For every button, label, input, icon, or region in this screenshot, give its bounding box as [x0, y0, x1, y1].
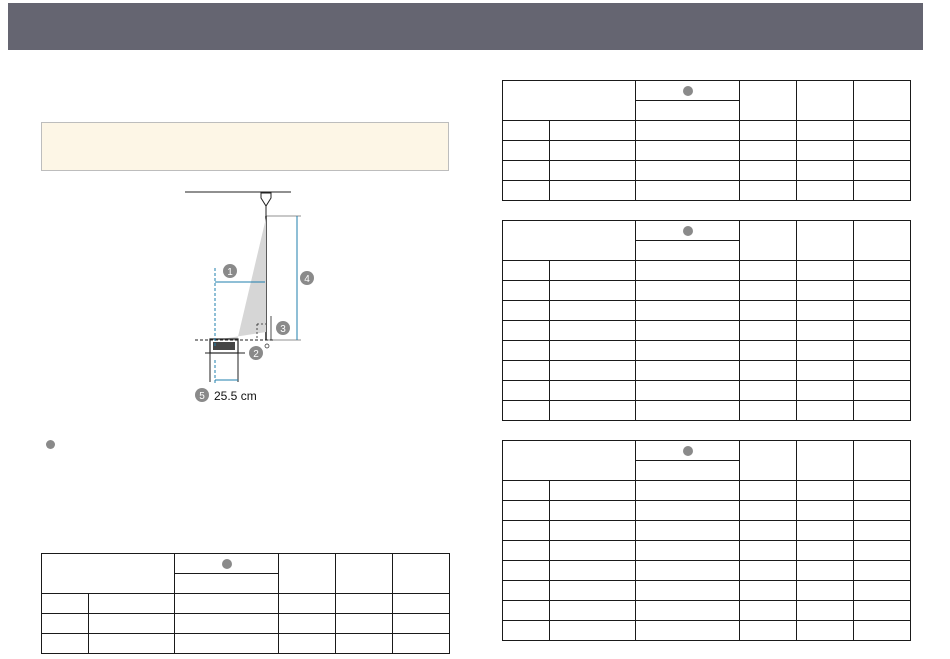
table-row [502, 580, 911, 601]
table-row [502, 380, 911, 401]
table-right-middle [502, 220, 911, 421]
table-row [41, 613, 450, 634]
table-row [502, 520, 911, 541]
svg-text:3: 3 [280, 324, 286, 335]
table-row [502, 360, 911, 381]
note-box [41, 122, 449, 171]
ceiling-mount [260, 192, 272, 207]
dimension-label: 25.5 cm [214, 389, 257, 403]
table-row [502, 280, 911, 301]
table-row [41, 633, 450, 654]
numbered-circle-1-icon [682, 445, 693, 456]
numbered-circle-1-icon [221, 558, 232, 569]
svg-text:4: 4 [304, 274, 310, 285]
svg-text:1: 1 [227, 267, 233, 278]
projection-beam [215, 218, 266, 341]
svg-text:5: 5 [199, 391, 205, 402]
table-row [502, 400, 911, 421]
table-row [502, 160, 911, 181]
table-right-bottom [502, 440, 911, 641]
table-row [502, 620, 911, 641]
table-row [502, 540, 911, 561]
table-row [502, 300, 911, 321]
table-row [502, 140, 911, 161]
numbered-circle-1-icon [682, 85, 693, 96]
table-row [502, 260, 911, 281]
table-right-top [502, 80, 911, 201]
page-header-bar [8, 3, 923, 50]
table-row [502, 480, 911, 501]
table-row [502, 500, 911, 521]
table-row [502, 180, 911, 201]
table-bottom-left [41, 553, 450, 654]
table-row [502, 340, 911, 361]
ceiling-mount-diagram: 1 4 3 2 5 25.5 cm [185, 191, 314, 403]
table-row [502, 120, 911, 141]
numbered-circle-1-icon [46, 440, 55, 449]
table-row [502, 560, 911, 581]
table-row [502, 320, 911, 341]
table-row [502, 600, 911, 621]
table-row [41, 593, 450, 614]
svg-text:2: 2 [253, 349, 259, 360]
numbered-circle-1-icon [682, 225, 693, 236]
